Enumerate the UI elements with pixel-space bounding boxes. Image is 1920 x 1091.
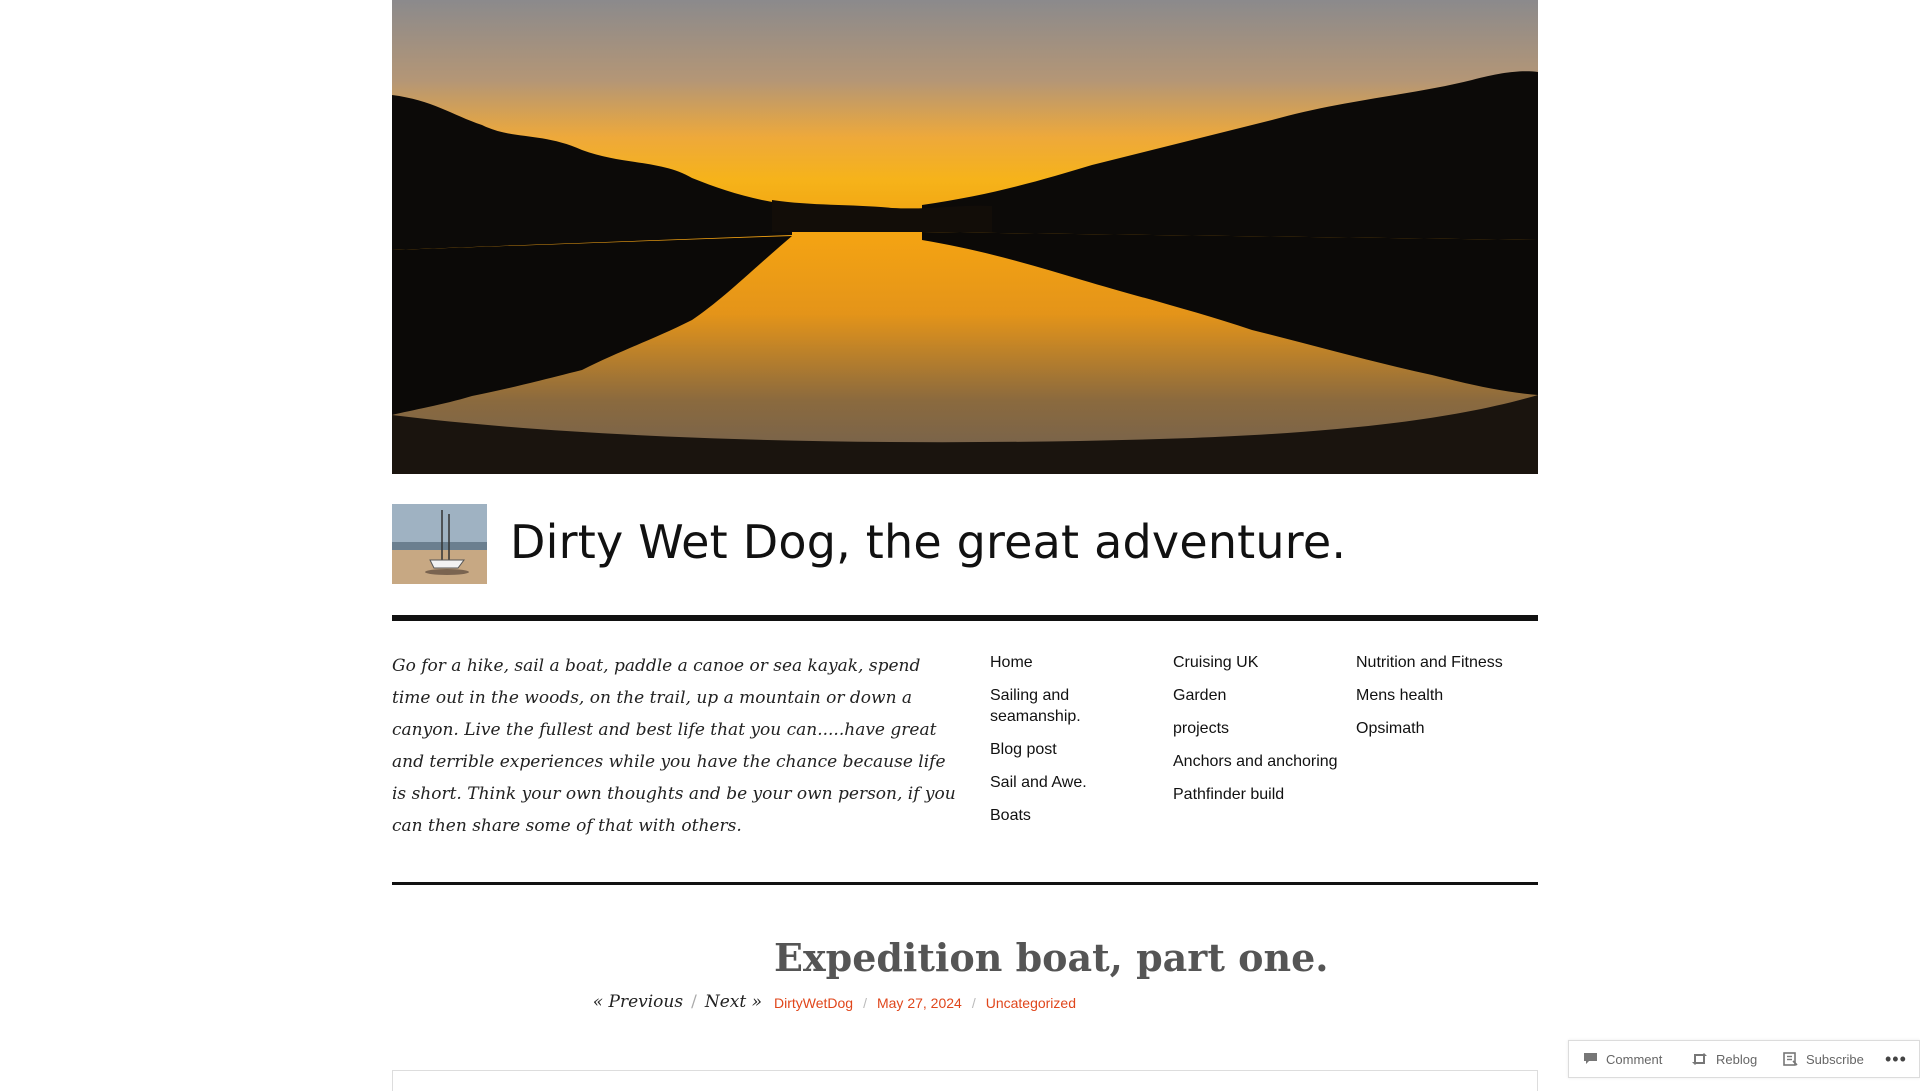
post-author-link[interactable]: DirtyWetDog [774, 995, 853, 1011]
post-meta: DirtyWetDog / May 27, 2024 / Uncategorized [774, 995, 1076, 1011]
comment-icon [1584, 1053, 1597, 1064]
site-title[interactable]: Dirty Wet Dog, the great adventure. [510, 512, 1346, 572]
post-nav-separator: / [691, 992, 697, 1012]
nav-item-pathfinder-build[interactable]: Pathfinder build [1173, 784, 1343, 805]
nav-item-projects[interactable]: projects [1173, 718, 1343, 739]
nav-item-sail-and-awe[interactable]: Sail and Awe. [990, 772, 1160, 793]
reblog-icon [1692, 1053, 1707, 1065]
nav-item-blog-post[interactable]: Blog post [990, 739, 1160, 760]
site-description: Go for a hike, sail a boat, paddle a can… [392, 656, 956, 836]
post-category-link[interactable]: Uncategorized [986, 995, 1076, 1011]
subscribe-button[interactable]: Subscribe [1783, 1041, 1864, 1077]
nav-item-home[interactable]: Home [990, 652, 1160, 673]
nav-item-anchors-and-anchoring[interactable]: Anchors and anchoring [1173, 751, 1343, 772]
site-logo[interactable] [392, 504, 487, 584]
more-icon[interactable]: ••• [1885, 1041, 1907, 1077]
site-branding: Dirty Wet Dog, the great adventure. [392, 504, 1538, 584]
post-navigation: « Previous / Next » [582, 992, 762, 1012]
nav-column-3: Nutrition and Fitness Mens health Opsima… [1356, 652, 1538, 751]
header-image [392, 0, 1538, 474]
nav-item-boats[interactable]: Boats [990, 805, 1160, 826]
nav-column-2: Cruising UK Garden projects Anchors and … [1173, 652, 1343, 817]
nav-column-1: Home Sailing and seamanship. Blog post S… [990, 652, 1160, 838]
subscribe-label: Subscribe [1806, 1051, 1864, 1067]
reblog-button[interactable]: Reblog [1691, 1041, 1757, 1077]
meta-separator: / [863, 995, 867, 1011]
nav-item-sailing-and-seamanship[interactable]: Sailing and seamanship. [990, 685, 1160, 727]
nav-item-nutrition-and-fitness[interactable]: Nutrition and Fitness [1356, 652, 1538, 673]
meta-separator: / [971, 995, 976, 1011]
previous-post-link[interactable]: « Previous [593, 992, 683, 1012]
nav-item-garden[interactable]: Garden [1173, 685, 1343, 706]
post-content-frame [392, 1070, 1538, 1091]
content-divider [392, 882, 1538, 885]
post-title: Expedition boat, part one. [774, 935, 1329, 980]
post-date-link[interactable]: May 27, 2024 [877, 995, 962, 1011]
header-divider [392, 615, 1538, 621]
nav-item-mens-health[interactable]: Mens health [1356, 685, 1538, 706]
comment-button[interactable]: Comment [1583, 1041, 1662, 1077]
nav-item-cruising-uk[interactable]: Cruising UK [1173, 652, 1343, 673]
subscribe-icon [1783, 1052, 1798, 1066]
action-bar: Comment Reblog Subscribe ••• [1568, 1040, 1920, 1078]
nav-item-opsimath[interactable]: Opsimath [1356, 718, 1538, 739]
next-post-link[interactable]: Next » [705, 992, 762, 1012]
comment-label: Comment [1606, 1051, 1663, 1067]
reblog-label: Reblog [1716, 1051, 1758, 1067]
